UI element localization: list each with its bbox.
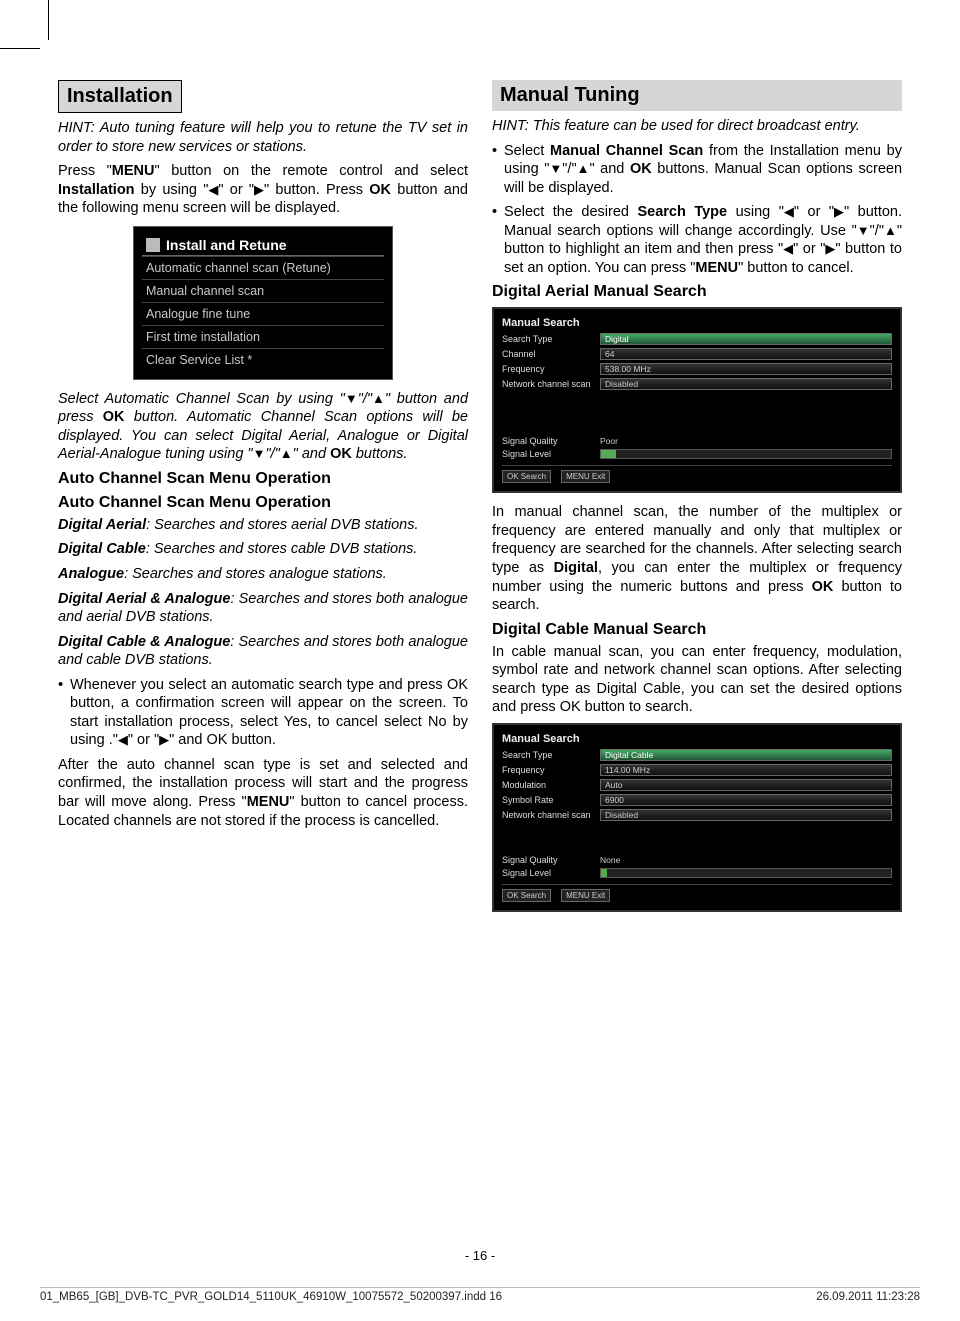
field-label: Frequency bbox=[502, 364, 594, 374]
up-arrow-icon: ▲ bbox=[372, 392, 385, 405]
signal-quality-value: None bbox=[600, 855, 620, 865]
field-label: Symbol Rate bbox=[502, 795, 594, 805]
menu-screenshot-title: Install and Retune bbox=[142, 235, 384, 256]
cable-manual-search-screenshot: Manual Search Search Type Digital Cable F… bbox=[492, 723, 902, 912]
field-label: Network channel scan bbox=[502, 810, 594, 820]
menu-exit-hint: MENU Exit bbox=[561, 470, 610, 483]
field-value: Digital Cable bbox=[600, 749, 892, 761]
signal-level-label: Signal Level bbox=[502, 449, 594, 459]
field-value: 114.00 MHz bbox=[600, 764, 892, 776]
up-arrow-icon: ▲ bbox=[577, 162, 590, 175]
installation-title: Installation bbox=[58, 80, 182, 113]
digital-aerial-analogue-desc: Digital Aerial & Analogue: Searches and … bbox=[58, 590, 468, 627]
bullet-select-search-type: Select the desired Search Type using "◀"… bbox=[492, 203, 902, 277]
menu-item: Analogue fine tune bbox=[142, 302, 384, 325]
page-number: - 16 - bbox=[0, 1248, 960, 1263]
installation-p2: Select Automatic Channel Scan by using "… bbox=[58, 390, 468, 464]
signal-quality-label: Signal Quality bbox=[502, 855, 594, 865]
signal-level-label: Signal Level bbox=[502, 868, 594, 878]
analogue-desc: Analogue: Searches and stores analogue s… bbox=[58, 565, 468, 584]
menu-exit-hint: MENU Exit bbox=[561, 889, 610, 902]
ok-search-hint: OK Search bbox=[502, 889, 551, 902]
digital-aerial-manual-search-subhead: Digital Aerial Manual Search bbox=[492, 283, 902, 301]
manual-scan-p2: In cable manual scan, you can enter freq… bbox=[492, 643, 902, 717]
menu-item: First time installation bbox=[142, 325, 384, 348]
right-arrow-icon: ▶ bbox=[825, 242, 835, 255]
field-label: Channel bbox=[502, 349, 594, 359]
field-value: Auto bbox=[600, 779, 892, 791]
ok-search-hint: OK Search bbox=[502, 470, 551, 483]
wrench-icon bbox=[146, 238, 160, 252]
signal-level-bar bbox=[600, 868, 892, 878]
field-label: Frequency bbox=[502, 765, 594, 775]
page-columns: Installation HINT: Auto tuning feature w… bbox=[58, 80, 902, 922]
digital-aerial-desc: Digital Aerial: Searches and stores aeri… bbox=[58, 516, 468, 535]
footer-filename: 01_MB65_[GB]_DVB-TC_PVR_GOLD14_5110UK_46… bbox=[40, 1291, 502, 1303]
field-label: Network channel scan bbox=[502, 379, 594, 389]
bullet-confirmation: Whenever you select an automatic search … bbox=[58, 676, 468, 750]
right-column: Manual Tuning HINT: This feature can be … bbox=[492, 80, 902, 922]
menu-item: Automatic channel scan (Retune) bbox=[142, 256, 384, 279]
menu-item: Manual channel scan bbox=[142, 279, 384, 302]
menu-item: Clear Service List * bbox=[142, 348, 384, 371]
aerial-manual-search-screenshot: Manual Search Search Type Digital Channel… bbox=[492, 307, 902, 493]
digital-cable-desc: Digital Cable: Searches and stores cable… bbox=[58, 540, 468, 559]
manual-scan-p1: In manual channel scan, the number of th… bbox=[492, 503, 902, 614]
left-arrow-icon: ◀ bbox=[783, 242, 793, 255]
auto-scan-subhead-1: Auto Channel Scan Menu Operation bbox=[58, 470, 468, 488]
auto-scan-subhead-2: Auto Channel Scan Menu Operation bbox=[58, 494, 468, 512]
left-arrow-icon: ◀ bbox=[784, 205, 794, 218]
digital-cable-manual-search-subhead: Digital Cable Manual Search bbox=[492, 621, 902, 639]
field-value: Digital bbox=[600, 333, 892, 345]
installation-hint: HINT: Auto tuning feature will help you … bbox=[58, 119, 468, 156]
field-label: Search Type bbox=[502, 334, 594, 344]
bullet-select-manual-scan: Select Manual Channel Scan from the Inst… bbox=[492, 142, 902, 198]
digital-cable-analogue-desc: Digital Cable & Analogue: Searches and s… bbox=[58, 633, 468, 670]
signal-quality-label: Signal Quality bbox=[502, 436, 594, 446]
down-arrow-icon: ▼ bbox=[345, 392, 358, 405]
field-label: Search Type bbox=[502, 750, 594, 760]
down-arrow-icon: ▼ bbox=[253, 447, 266, 460]
left-arrow-icon: ◀ bbox=[208, 183, 218, 196]
screenshot-title: Manual Search bbox=[502, 317, 892, 329]
installation-p3: After the auto channel scan type is set … bbox=[58, 756, 468, 830]
down-arrow-icon: ▼ bbox=[857, 224, 870, 237]
screenshot-footer: OK Search MENU Exit bbox=[502, 884, 892, 902]
up-arrow-icon: ▲ bbox=[884, 224, 897, 237]
footer-bar: 01_MB65_[GB]_DVB-TC_PVR_GOLD14_5110UK_46… bbox=[40, 1287, 920, 1303]
field-value: 538.00 MHz bbox=[600, 363, 892, 375]
signal-quality-value: Poor bbox=[600, 436, 618, 446]
left-arrow-icon: ◀ bbox=[118, 733, 128, 746]
right-arrow-icon: ▶ bbox=[254, 183, 264, 196]
screenshot-title: Manual Search bbox=[502, 733, 892, 745]
up-arrow-icon: ▲ bbox=[280, 447, 293, 460]
installation-p1: Press "MENU" button on the remote contro… bbox=[58, 162, 468, 218]
down-arrow-icon: ▼ bbox=[549, 162, 562, 175]
field-value: 64 bbox=[600, 348, 892, 360]
right-arrow-icon: ▶ bbox=[159, 733, 169, 746]
screenshot-footer: OK Search MENU Exit bbox=[502, 465, 892, 483]
left-column: Installation HINT: Auto tuning feature w… bbox=[58, 80, 468, 922]
install-retune-menu-screenshot: Install and Retune Automatic channel sca… bbox=[133, 226, 393, 380]
right-arrow-icon: ▶ bbox=[834, 205, 844, 218]
field-value: Disabled bbox=[600, 378, 892, 390]
field-value: 6900 bbox=[600, 794, 892, 806]
field-label: Modulation bbox=[502, 780, 594, 790]
field-value: Disabled bbox=[600, 809, 892, 821]
footer-timestamp: 26.09.2011 11:23:28 bbox=[816, 1291, 920, 1303]
manual-tuning-title: Manual Tuning bbox=[492, 80, 902, 111]
signal-level-bar bbox=[600, 449, 892, 459]
manual-tuning-hint: HINT: This feature can be used for direc… bbox=[492, 117, 902, 136]
